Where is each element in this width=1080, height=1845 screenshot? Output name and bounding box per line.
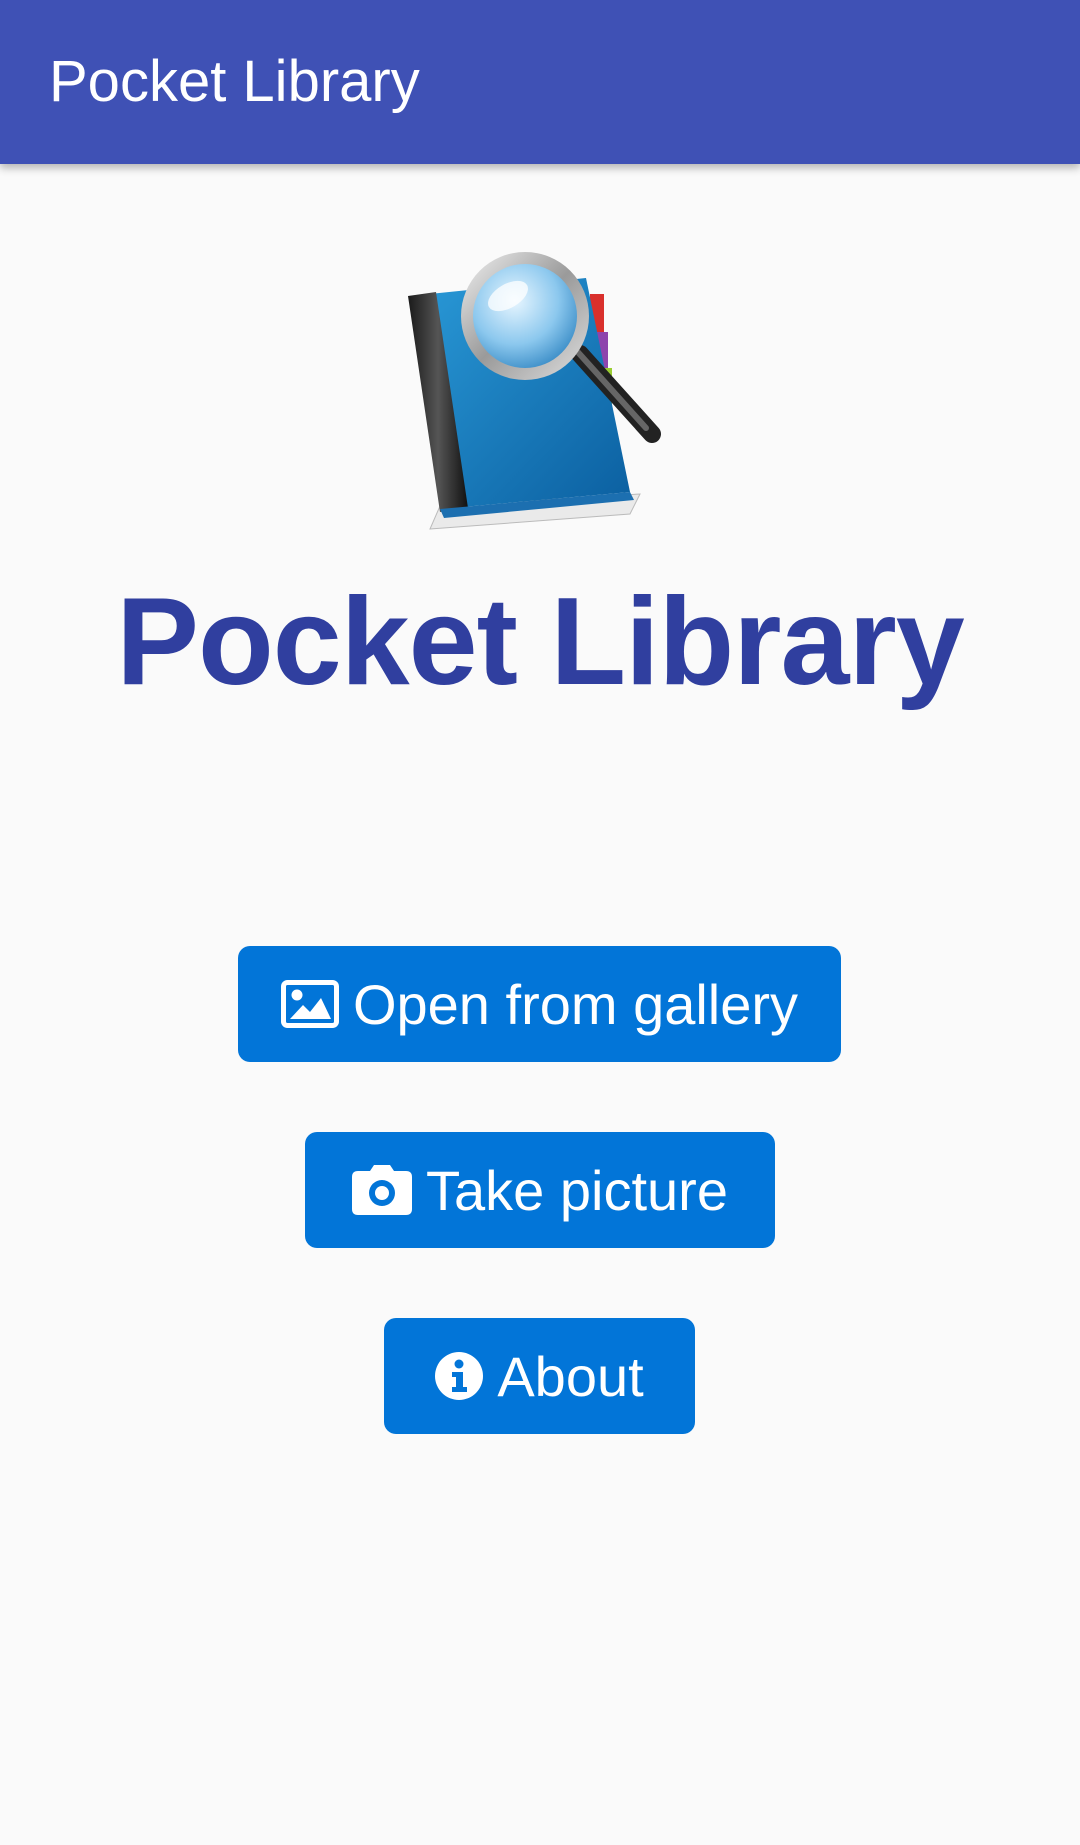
image-icon [280,980,339,1028]
info-icon [435,1352,484,1400]
app-bar: Pocket Library [0,0,1080,164]
open-from-gallery-label: Open from gallery [352,972,799,1036]
about-button[interactable]: About [384,1318,695,1434]
open-from-gallery-button[interactable]: Open from gallery [238,946,841,1062]
hero-title: Pocket Library [116,573,964,711]
app-bar-title: Pocket Library [49,49,420,114]
camera-icon [352,1165,413,1215]
about-label: About [497,1344,644,1408]
take-picture-button[interactable]: Take picture [305,1132,775,1248]
book-with-magnifier-icon [408,252,661,530]
take-picture-label: Take picture [426,1158,728,1222]
main-content: Pocket Library Open from gallery Take pi… [0,164,1080,1845]
